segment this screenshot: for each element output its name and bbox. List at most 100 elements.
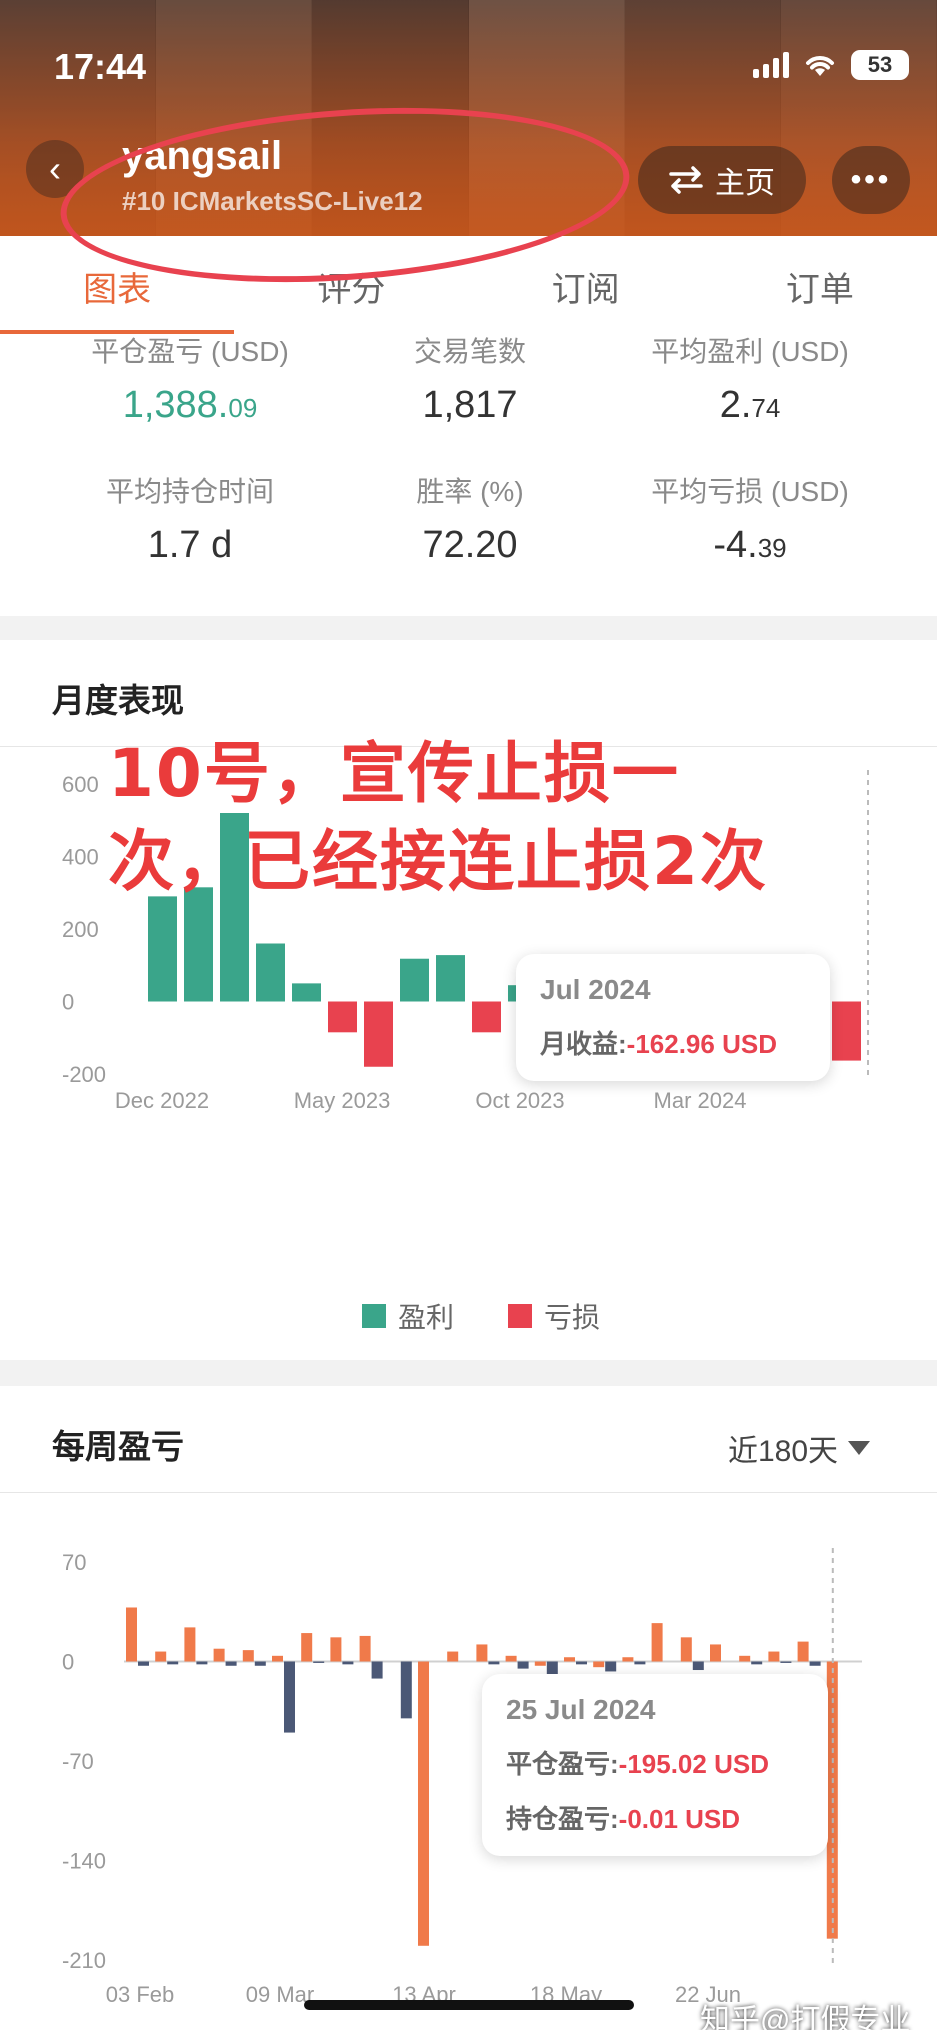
tab-1[interactable]: 评分 bbox=[234, 236, 468, 336]
swap-arrows-icon bbox=[669, 166, 703, 194]
weekly-x-tick: 03 Feb bbox=[106, 1982, 175, 2007]
monthly-legend: 盈利 亏损 bbox=[362, 1296, 600, 1336]
stat-value: 1.7 d bbox=[40, 524, 340, 567]
monthly-y-tick: 200 bbox=[62, 917, 99, 942]
home-button-label: 主页 bbox=[715, 167, 775, 200]
weekly-bar bbox=[184, 1627, 196, 1662]
monthly-y-tick: 600 bbox=[62, 772, 99, 797]
status-time: 17:44 bbox=[54, 46, 147, 87]
range-select-label: 近180天 bbox=[728, 1435, 839, 1468]
monthly-bar bbox=[328, 1001, 357, 1033]
weekly-bar bbox=[359, 1635, 371, 1662]
home-button[interactable]: 主页 bbox=[638, 146, 806, 214]
weekly-tooltip: 25 Jul 2024 平仓盈亏:-195.02 USD 持仓盈亏:-0.01 … bbox=[482, 1674, 828, 1856]
wifi-icon bbox=[806, 56, 834, 76]
monthly-bar bbox=[148, 896, 177, 1002]
monthly-bar bbox=[832, 1001, 861, 1061]
stat-label: 平均盈利 (USD) bbox=[651, 336, 849, 367]
weekly-bar bbox=[739, 1655, 751, 1662]
weekly-bar bbox=[622, 1657, 634, 1662]
weekly-bar bbox=[651, 1623, 663, 1662]
stat-label: 平仓盈亏 (USD) bbox=[91, 336, 289, 367]
monthly-bar bbox=[292, 983, 321, 1002]
chevron-left-icon: ‹ bbox=[49, 148, 61, 189]
monthly-x-tick: Dec 2022 bbox=[115, 1088, 209, 1113]
caret-down-icon bbox=[848, 1441, 871, 1455]
weekly-title: 每周盈亏 bbox=[52, 1428, 184, 1465]
weekly-bar bbox=[371, 1661, 383, 1679]
status-icons: 53 bbox=[753, 50, 909, 80]
tab-bar: 图表 评分 订阅 订单 bbox=[0, 236, 937, 336]
tab-2[interactable]: 订阅 bbox=[469, 236, 703, 336]
profile-header: 17:44 53 ‹ yangsail #10 ICMarketsSC-Live… bbox=[0, 0, 937, 236]
weekly-bar bbox=[593, 1661, 605, 1668]
monthly-y-tick: -200 bbox=[62, 1062, 106, 1087]
monthly-bar bbox=[256, 943, 285, 1002]
range-select[interactable]: 近180天 bbox=[728, 1426, 871, 1470]
stat-item: 平均持仓时间 1.7 d bbox=[40, 470, 340, 567]
weekly-bar bbox=[313, 1661, 325, 1663]
tab-3[interactable]: 订单 bbox=[703, 236, 937, 336]
stat-item: 交易笔数 1,817 bbox=[320, 330, 620, 427]
more-options-button[interactable]: ••• bbox=[832, 146, 910, 214]
tooltip-label: 月收益: bbox=[540, 1029, 627, 1059]
stat-value: -4.39 bbox=[600, 524, 900, 567]
weekly-bar bbox=[284, 1661, 295, 1733]
weekly-bar bbox=[254, 1661, 266, 1666]
stat-value-main: 1,817 bbox=[422, 384, 518, 426]
stat-value-main: 1.7 d bbox=[147, 524, 233, 566]
battery-indicator: 53 bbox=[851, 50, 909, 80]
weekly-tooltip-row2-label: 持仓盈亏: bbox=[506, 1804, 619, 1834]
weekly-tooltip-row2-value: -0.01 USD bbox=[618, 1804, 741, 1834]
stat-value: 72.20 bbox=[320, 524, 620, 567]
weekly-bar bbox=[488, 1661, 500, 1665]
weekly-bar bbox=[680, 1637, 692, 1662]
weekly-bar bbox=[476, 1644, 488, 1662]
weekly-bar bbox=[301, 1633, 313, 1662]
stat-label: 胜率 (%) bbox=[416, 476, 524, 507]
weekly-y-tick: -210 bbox=[62, 1948, 106, 1973]
legend-profit-swatch bbox=[362, 1304, 386, 1328]
stat-value-main: 1,388. bbox=[122, 384, 229, 426]
legend-loss-swatch bbox=[508, 1304, 533, 1328]
legend-profit-label: 盈利 bbox=[398, 1302, 455, 1333]
weekly-bar bbox=[564, 1657, 575, 1662]
weekly-bar bbox=[418, 1661, 429, 1946]
monthly-bar bbox=[364, 1001, 393, 1067]
weekly-tooltip-row1-label: 平仓盈亏: bbox=[506, 1749, 619, 1779]
weekly-tooltip-row1-value: -195.02 USD bbox=[618, 1749, 769, 1779]
weekly-pnl-card: 每周盈亏 70 0 -70 -140 -210 03 Feb 09 Mar 13 Apr 18 … bbox=[0, 1386, 937, 2030]
legend-loss-label: 亏损 bbox=[544, 1302, 601, 1333]
weekly-bar bbox=[167, 1661, 179, 1665]
monthly-bar bbox=[436, 955, 465, 1002]
cellular-signal-icon bbox=[753, 52, 789, 78]
stat-value: 2.74 bbox=[600, 384, 900, 427]
watermark: 知乎@打假专业户 bbox=[700, 2004, 911, 2030]
stat-value-main: -4. bbox=[713, 524, 758, 566]
back-button[interactable]: ‹ bbox=[26, 140, 84, 198]
weekly-bar bbox=[155, 1651, 167, 1662]
tooltip-value: -162.96 USD bbox=[626, 1029, 777, 1059]
tab-0[interactable]: 图表 bbox=[0, 236, 235, 336]
weekly-bar bbox=[534, 1661, 546, 1666]
monthly-title: 月度表现 bbox=[52, 682, 184, 719]
stat-value-main: 72.20 bbox=[422, 524, 518, 566]
monthly-y-tick: 0 bbox=[62, 990, 74, 1015]
weekly-bar bbox=[751, 1661, 763, 1665]
weekly-bar bbox=[225, 1661, 237, 1666]
account-id: #10 ICMarketsSC-Live12 bbox=[122, 186, 423, 216]
weekly-bar bbox=[517, 1661, 529, 1669]
weekly-bar bbox=[400, 1661, 412, 1719]
stat-value-decimals: 74 bbox=[751, 393, 781, 423]
weekly-bar bbox=[768, 1651, 780, 1662]
weekly-bar bbox=[605, 1661, 617, 1672]
weekly-bar bbox=[242, 1650, 254, 1662]
monthly-x-tick: May 2023 bbox=[294, 1088, 391, 1113]
weekly-bar bbox=[196, 1661, 208, 1665]
monthly-x-tick: Oct 2023 bbox=[475, 1088, 564, 1113]
weekly-bar bbox=[213, 1648, 225, 1662]
monthly-x-tick: Mar 2024 bbox=[654, 1088, 747, 1113]
weekly-bar bbox=[138, 1661, 149, 1666]
weekly-bar bbox=[272, 1655, 283, 1662]
stat-label: 交易笔数 bbox=[413, 336, 526, 367]
